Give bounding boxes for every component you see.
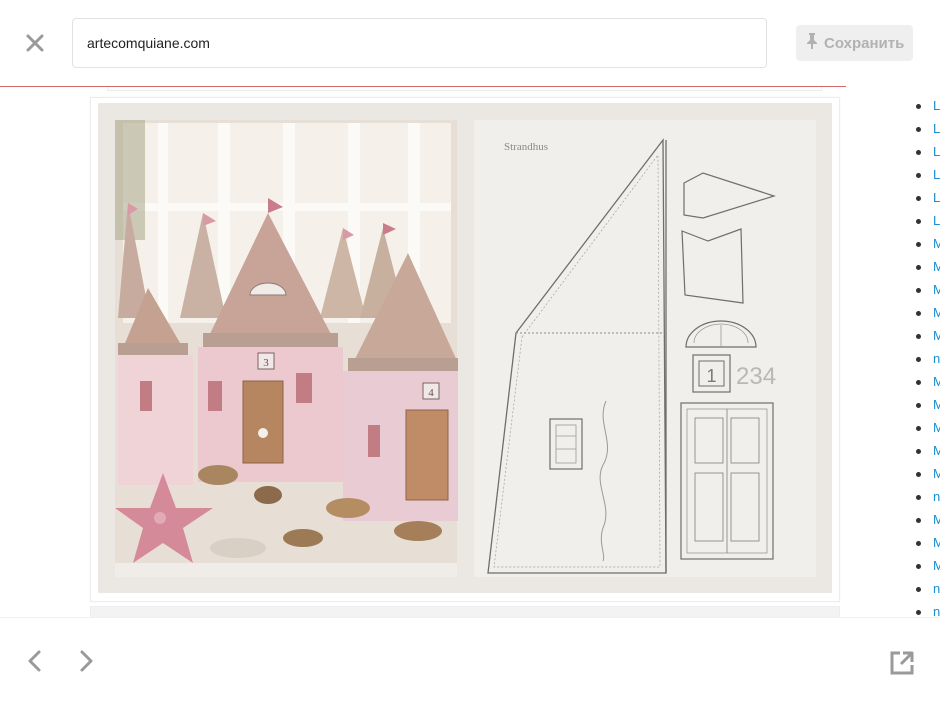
pattern-background xyxy=(474,120,816,577)
url-text: artecomquiane.com xyxy=(87,35,210,51)
list-item[interactable]: L xyxy=(916,144,940,164)
pin-image[interactable]: 3 4 Strandhus 1 234 xyxy=(98,103,832,593)
pattern-numbers: 234 xyxy=(736,363,776,390)
close-icon xyxy=(26,34,44,52)
list-item[interactable]: L xyxy=(916,121,940,141)
list-item[interactable]: M xyxy=(916,236,940,256)
list-item[interactable]: M xyxy=(916,328,940,348)
house-number-1: 3 xyxy=(263,357,269,369)
list-item[interactable]: L xyxy=(916,167,940,187)
list-item[interactable]: M xyxy=(916,535,940,555)
chevron-left-icon xyxy=(28,650,41,672)
list-item[interactable]: M xyxy=(916,420,940,440)
list-item[interactable]: M xyxy=(916,282,940,302)
list-item[interactable]: M xyxy=(916,466,940,486)
sidebar-list: L L L L L L L M M M M M n M M M M M n M … xyxy=(912,87,940,617)
list-item[interactable]: n xyxy=(916,351,940,371)
next-card-edge xyxy=(90,606,840,617)
list-item[interactable]: n xyxy=(916,489,940,509)
list-item[interactable]: M xyxy=(916,374,940,394)
content-area[interactable]: 3 4 Strandhus 1 234 L L L L L L M M M M … xyxy=(0,87,940,617)
save-label: Сохранить xyxy=(824,34,905,52)
list-item[interactable]: M xyxy=(916,305,940,325)
house-number-2: 4 xyxy=(428,387,434,399)
list-item[interactable]: M xyxy=(916,443,940,463)
url-field[interactable]: artecomquiane.com xyxy=(72,18,767,68)
list-item[interactable]: M xyxy=(916,558,940,578)
list-item[interactable]: L xyxy=(916,213,940,233)
external-link-icon xyxy=(890,651,914,675)
list-item[interactable]: L xyxy=(916,190,940,210)
pattern-number-box: 1 xyxy=(706,366,716,386)
list-item[interactable]: L xyxy=(916,98,940,118)
close-button[interactable] xyxy=(22,30,48,56)
list-item[interactable]: M xyxy=(916,397,940,417)
list-item[interactable]: L xyxy=(916,87,940,95)
pattern-heading: Strandhus xyxy=(504,141,548,153)
list-item[interactable]: n xyxy=(916,581,940,601)
previous-card-edge xyxy=(107,87,822,91)
next-button[interactable] xyxy=(73,648,99,674)
list-item[interactable]: M xyxy=(916,512,940,532)
save-button[interactable]: Сохранить xyxy=(796,25,913,61)
top-bar: artecomquiane.com Сохранить xyxy=(0,0,940,86)
pin-icon xyxy=(806,32,818,54)
previous-button[interactable] xyxy=(22,648,48,674)
chevron-right-icon xyxy=(80,650,93,672)
list-item[interactable]: M xyxy=(916,259,940,279)
list-item[interactable]: n xyxy=(916,604,940,617)
open-external-button[interactable] xyxy=(889,650,915,676)
bottom-bar xyxy=(0,617,940,705)
